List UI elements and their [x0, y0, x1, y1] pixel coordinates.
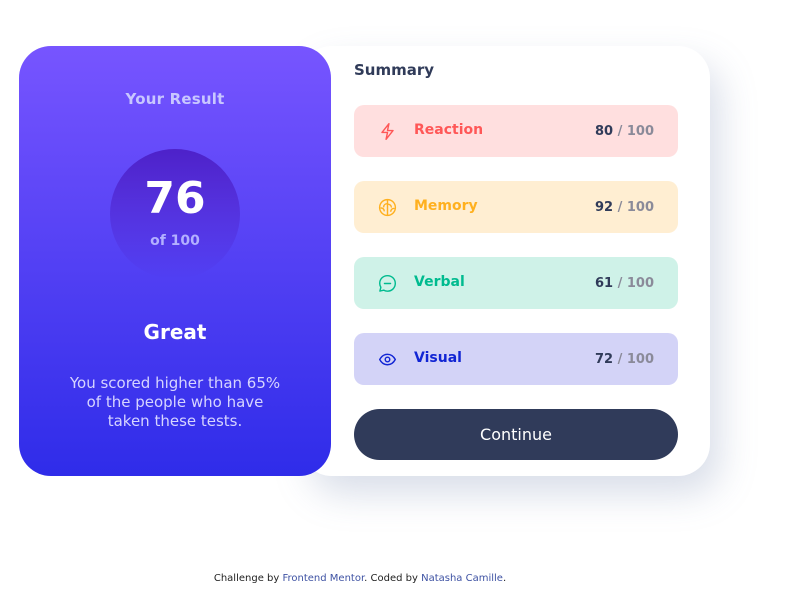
summary-item-score: 61 / 100 — [594, 276, 654, 291]
score-out-of: of 100 — [150, 233, 200, 249]
frontend-mentor-link[interactable]: Frontend Mentor — [282, 573, 364, 584]
footer-suffix: . — [502, 573, 507, 584]
summary-item-label: Reaction — [414, 122, 484, 138]
summary-item-label: Visual — [414, 350, 462, 366]
summary-item-score: 80 / 100 — [594, 124, 654, 139]
result-title: Your Result — [125, 90, 225, 108]
summary-item-label: Verbal — [414, 274, 465, 290]
eye-icon — [378, 350, 397, 369]
summary-item-score: 92 / 100 — [594, 200, 654, 215]
summary-item-reaction: Reaction 80 / 100 — [354, 105, 678, 157]
continue-button[interactable]: Continue — [354, 409, 678, 460]
results-page: Your Result 76 of 100 Great You scored h… — [0, 0, 789, 606]
lightning-icon — [378, 122, 397, 141]
footer-attribution: Challenge by Frontend Mentor. Coded by N… — [0, 573, 720, 584]
summary-item-score: 72 / 100 — [594, 352, 654, 367]
footer-middle: . Coded by — [364, 573, 422, 584]
footer-prefix: Challenge by — [213, 573, 283, 584]
result-card: Your Result 76 of 100 Great You scored h… — [19, 46, 331, 476]
summary-item-visual: Visual 72 / 100 — [354, 333, 678, 385]
summary-item-label: Memory — [414, 198, 478, 214]
brain-icon — [378, 198, 397, 217]
score-value: 76 — [144, 173, 206, 224]
summary-item-verbal: Verbal 61 / 100 — [354, 257, 678, 309]
result-description: You scored higher than 65% of the people… — [69, 374, 281, 430]
result-rating: Great — [143, 320, 207, 344]
summary-title: Summary — [354, 61, 435, 79]
score-circle: 76 of 100 — [110, 149, 240, 279]
summary-item-memory: Memory 92 / 100 — [354, 181, 678, 233]
chat-bubble-icon — [378, 274, 397, 293]
author-link[interactable]: Natasha Camille — [421, 573, 503, 584]
